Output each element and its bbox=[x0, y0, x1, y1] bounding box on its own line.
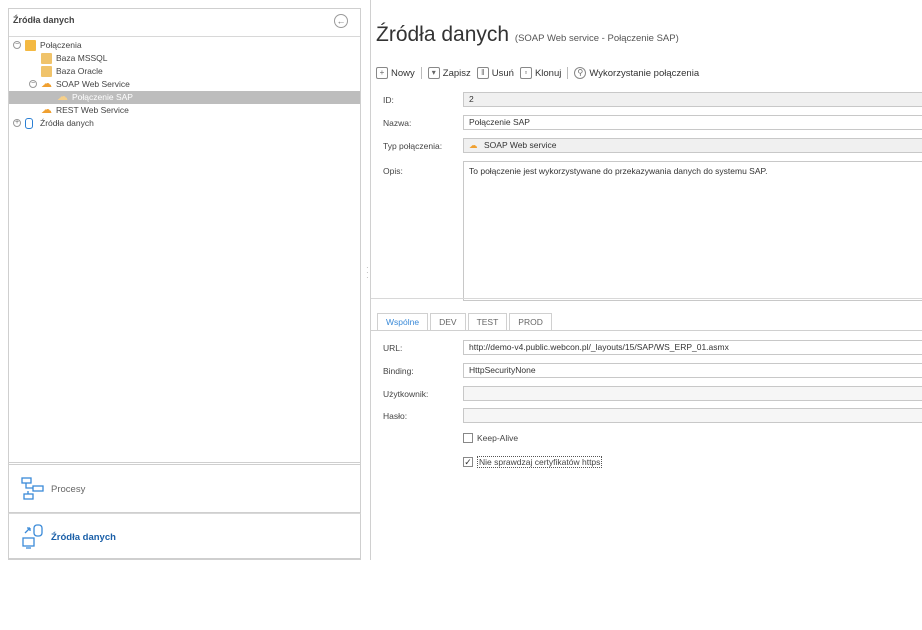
tree-node-label: Źródła danych bbox=[40, 118, 94, 128]
new-icon: + bbox=[376, 67, 388, 79]
folder-icon bbox=[25, 40, 36, 51]
tree-node-soap-web-service[interactable]: − ☁ SOAP Web Service bbox=[9, 78, 360, 91]
connection-usage-button[interactable]: ⚲ Wykorzystanie połączenia bbox=[574, 67, 699, 79]
collapse-node-icon[interactable]: − bbox=[13, 41, 21, 49]
description-textarea[interactable]: To połączenie jest wykorzystywane do prz… bbox=[463, 161, 922, 301]
clone-label: Klonuj bbox=[534, 67, 562, 79]
tree-node-polaczenie-sap[interactable]: ☁ Połączenie SAP bbox=[9, 91, 360, 104]
connection-type-label: Typ połączenia: bbox=[383, 141, 443, 151]
tree-node-label: Połączenia bbox=[40, 40, 82, 50]
process-flow-icon bbox=[21, 476, 47, 502]
clone-button[interactable]: ▫ Klonuj bbox=[519, 67, 562, 79]
details-pane: Źródła danych (SOAP Web service - Połącz… bbox=[370, 0, 922, 560]
page-subtitle: (SOAP Web service - Połączenie SAP) bbox=[514, 33, 679, 44]
data-source-icon bbox=[21, 524, 47, 550]
name-input[interactable]: Połączenie SAP bbox=[463, 115, 922, 130]
usage-label: Wykorzystanie połączenia bbox=[589, 67, 700, 79]
description-label: Opis: bbox=[383, 166, 403, 176]
page-title: Źródła danych (SOAP Web service - Połącz… bbox=[376, 23, 679, 47]
nav-label: Źródła danych bbox=[51, 532, 116, 543]
data-sources-tree: − Połączenia Baza MSSQL Baza Oracle − ☁ … bbox=[9, 39, 360, 130]
tree-node-label: SOAP Web Service bbox=[56, 79, 130, 89]
usage-icon: ⚲ bbox=[574, 67, 587, 79]
database-icon bbox=[41, 66, 52, 77]
toolbar-separator bbox=[567, 67, 569, 79]
nav-procesy[interactable]: Procesy bbox=[8, 466, 361, 513]
tree-node-label: Baza MSSQL bbox=[56, 53, 108, 63]
page-title-text: Źródła danych bbox=[376, 23, 510, 46]
keep-alive-label: Keep-Alive bbox=[477, 433, 519, 443]
splitter-handle[interactable]: · · · bbox=[366, 264, 369, 282]
delete-button[interactable]: ‖ Usuń bbox=[476, 67, 514, 79]
tab-dev[interactable]: DEV bbox=[430, 313, 466, 331]
collapse-node-icon[interactable]: − bbox=[29, 80, 37, 88]
tree-node-label: REST Web Service bbox=[56, 105, 129, 115]
url-input[interactable]: http://demo-v4.public.webcon.pl/_layouts… bbox=[463, 340, 922, 355]
id-label: ID: bbox=[383, 95, 394, 105]
tab-test[interactable]: TEST bbox=[467, 313, 508, 331]
binding-label: Binding: bbox=[383, 366, 414, 376]
connection-type-value: SOAP Web service bbox=[484, 140, 557, 150]
connection-type-field: ☁ SOAP Web service bbox=[463, 138, 922, 153]
save-icon: ▾ bbox=[427, 67, 440, 79]
database-blue-icon bbox=[25, 118, 33, 129]
toolbar: + Nowy ▾ Zapisz ‖ Usuń ▫ Klonuj ⚲ Wykorz… bbox=[376, 65, 705, 81]
save-button[interactable]: ▾ Zapisz bbox=[427, 67, 471, 79]
cloud-icon: ☁ bbox=[41, 78, 52, 90]
save-label: Zapisz bbox=[442, 67, 471, 79]
tree-node-zrodla-danych[interactable]: + Źródła danych bbox=[9, 117, 360, 130]
left-panel-header: Źródła danych ← bbox=[9, 9, 360, 37]
id-field: 2 bbox=[463, 92, 922, 107]
password-label: Hasło: bbox=[383, 411, 408, 421]
collapse-panel-button[interactable]: ← bbox=[334, 14, 348, 28]
tree-node-label: Połączenie SAP bbox=[72, 92, 133, 102]
cloud-icon: ☁ bbox=[41, 104, 52, 116]
trash-icon: ‖ bbox=[476, 67, 489, 79]
user-label: Użytkownik: bbox=[383, 389, 429, 399]
password-input[interactable] bbox=[463, 408, 922, 423]
copy-icon: ▫ bbox=[519, 67, 532, 79]
new-label: Nowy bbox=[391, 67, 415, 79]
keep-alive-row[interactable]: Keep-Alive bbox=[463, 433, 518, 443]
tab-wspolne[interactable]: Wspólne bbox=[377, 313, 429, 331]
tree-node-baza-mssql[interactable]: Baza MSSQL bbox=[9, 52, 360, 65]
form-separator bbox=[371, 298, 922, 299]
left-panel-title: Źródła danych bbox=[13, 15, 75, 25]
tabs-baseline bbox=[371, 330, 922, 331]
skip-cert-check-row[interactable]: ✓ Nie sprawdzaj certyfikatów https bbox=[463, 456, 603, 468]
delete-label: Usuń bbox=[491, 67, 514, 79]
binding-select[interactable]: HttpSecurityNone bbox=[463, 363, 922, 378]
name-label: Nazwa: bbox=[383, 118, 412, 128]
tree-node-polaczenia[interactable]: − Połączenia bbox=[9, 39, 360, 52]
keep-alive-checkbox[interactable] bbox=[463, 433, 473, 443]
url-label: URL: bbox=[383, 343, 403, 353]
nav-zrodla-danych[interactable]: Źródła danych bbox=[8, 513, 361, 560]
environment-tabs: Wspólne DEV TEST PROD bbox=[377, 313, 554, 331]
toolbar-separator bbox=[420, 67, 422, 79]
user-input[interactable] bbox=[463, 386, 922, 401]
cloud-icon: ☁ bbox=[57, 91, 68, 103]
nav-label: Procesy bbox=[51, 484, 86, 495]
tree-node-label: Baza Oracle bbox=[56, 66, 103, 76]
cloud-icon: ☁ bbox=[469, 140, 478, 150]
left-panel-divider bbox=[8, 462, 361, 465]
expand-node-icon[interactable]: + bbox=[13, 119, 21, 127]
tree-node-baza-oracle[interactable]: Baza Oracle bbox=[9, 65, 360, 78]
database-icon bbox=[41, 53, 52, 64]
tree-node-rest-web-service[interactable]: ☁ REST Web Service bbox=[9, 104, 360, 117]
skip-cert-check-checkbox[interactable]: ✓ bbox=[463, 457, 473, 467]
tab-prod[interactable]: PROD bbox=[509, 313, 552, 331]
new-button[interactable]: + Nowy bbox=[376, 67, 415, 79]
skip-cert-check-label: Nie sprawdzaj certyfikatów https bbox=[477, 456, 603, 468]
